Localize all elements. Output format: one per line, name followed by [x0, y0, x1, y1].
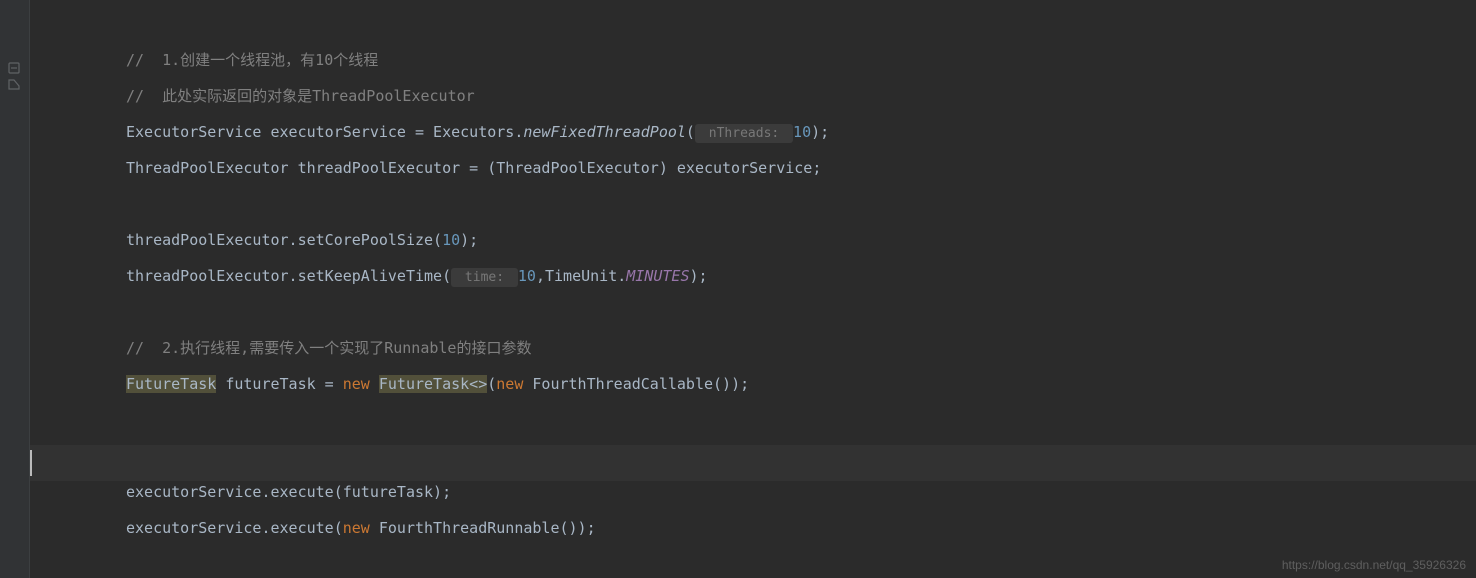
code-text: threadPoolExecutor.setKeepAliveTime(: [126, 267, 451, 285]
code-line-blank: [30, 402, 1476, 438]
collapse-icon[interactable]: [6, 60, 22, 76]
code-line: executorService.execute(futureTask);: [30, 474, 1476, 510]
code-line: ThreadPoolExecutor threadPoolExecutor = …: [30, 150, 1476, 186]
number-literal: 10: [793, 123, 811, 141]
code-line: threadPoolExecutor.setCorePoolSize(10);: [30, 222, 1476, 258]
code-text: ThreadPoolExecutor threadPoolExecutor = …: [126, 159, 821, 177]
comment: // 此处实际返回的对象是ThreadPoolExecutor: [126, 87, 475, 105]
fold-icon[interactable]: [6, 76, 22, 92]
code-line-blank: [30, 294, 1476, 330]
keyword: new: [343, 375, 379, 393]
parameter-hint: time:: [451, 268, 518, 287]
number-literal: 10: [442, 231, 460, 249]
text-caret: [30, 450, 32, 476]
code-editor[interactable]: public static void main(String[] args) {…: [30, 0, 1476, 578]
enum-constant: MINUTES: [626, 267, 689, 285]
keyword: new: [496, 375, 532, 393]
code-line: ExecutorService executorService = Execut…: [30, 114, 1476, 150]
code-line: // 此处实际返回的对象是ThreadPoolExecutor: [30, 78, 1476, 114]
watermark-text: https://blog.csdn.net/qq_35926326: [1282, 558, 1466, 572]
parameter-hint: nThreads:: [695, 124, 793, 143]
code-text: FourthThreadCallable());: [532, 375, 749, 393]
code-text: FourthThreadRunnable());: [379, 519, 596, 537]
number-literal: 10: [518, 267, 536, 285]
code-line: // 1.创建一个线程池，有10个线程: [30, 42, 1476, 78]
code-line-blank: [30, 6, 1476, 42]
comment: // 1.创建一个线程池，有10个线程: [126, 51, 378, 69]
warning-highlight: FutureTask: [126, 375, 216, 393]
code-text: ,TimeUnit.: [536, 267, 626, 285]
static-method: newFixedThreadPool: [523, 123, 686, 141]
code-line-current: [30, 438, 1476, 474]
comment: // 2.执行线程,需要传入一个实现了Runnable的接口参数: [126, 339, 531, 357]
warning-highlight: FutureTask<>: [379, 375, 487, 393]
code-line: executorService.execute(new FourthThread…: [30, 510, 1476, 546]
paren: (: [487, 375, 496, 393]
code-text: futureTask =: [216, 375, 342, 393]
editor-gutter: [0, 0, 30, 578]
code-line: threadPoolExecutor.setKeepAliveTime( tim…: [30, 258, 1476, 294]
code-text: );: [690, 267, 708, 285]
code-line-blank: [30, 186, 1476, 222]
code-text: );: [811, 123, 829, 141]
code-text: executorService.execute(: [126, 519, 343, 537]
code-text: threadPoolExecutor.setCorePoolSize(: [126, 231, 442, 249]
code-text: );: [460, 231, 478, 249]
code-line: FutureTask futureTask = new FutureTask<>…: [30, 366, 1476, 402]
code-text: executorService.execute(futureTask);: [126, 483, 451, 501]
keyword: new: [343, 519, 379, 537]
code-line: // 2.执行线程,需要传入一个实现了Runnable的接口参数: [30, 330, 1476, 366]
paren: (: [686, 123, 695, 141]
code-text: ExecutorService executorService = Execut…: [126, 123, 523, 141]
